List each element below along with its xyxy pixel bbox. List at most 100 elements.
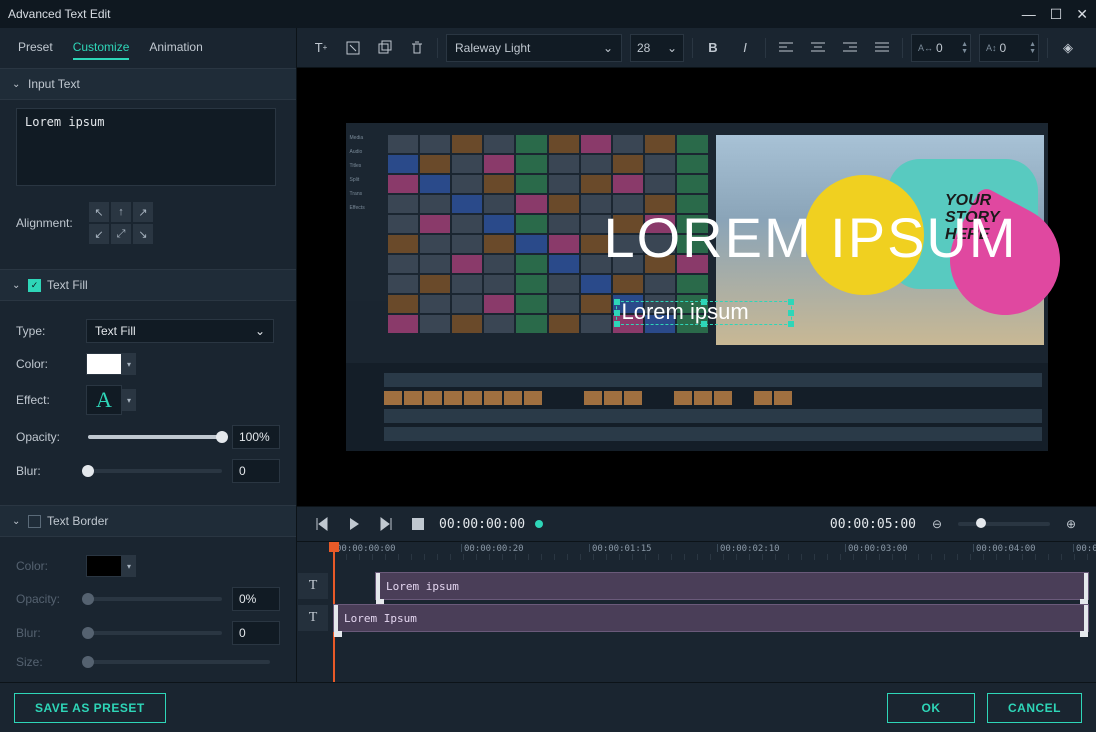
bold-icon[interactable]: B	[701, 36, 725, 60]
minimize-icon[interactable]: —	[1022, 6, 1036, 23]
zoom-out-icon[interactable]: ⊖	[926, 513, 948, 535]
effect-swatch[interactable]: A	[86, 385, 122, 415]
align-center-icon[interactable]	[806, 36, 830, 60]
leading-value: 0	[1000, 41, 1007, 55]
border-color-swatch[interactable]	[86, 555, 122, 577]
chevron-down-icon: ⌄	[12, 280, 22, 291]
step-back-icon[interactable]	[311, 513, 333, 535]
chevron-down-icon: ⌄	[603, 41, 613, 55]
tab-customize[interactable]: Customize	[73, 40, 130, 60]
ruler-tick: 00:00:04:00	[973, 544, 1036, 552]
section-text-border-header[interactable]: ⌄ Text Border	[0, 505, 296, 537]
alignment-label: Alignment:	[16, 216, 86, 230]
play-icon[interactable]	[343, 513, 365, 535]
font-select[interactable]: Raleway Light ⌄	[446, 34, 622, 62]
opacity-value[interactable]: 100%	[232, 425, 280, 449]
clip-handle-right[interactable]	[1084, 573, 1088, 599]
section-text-fill-header[interactable]: ⌄ ✓ Text Fill	[0, 269, 296, 301]
italic-icon[interactable]: I	[733, 36, 757, 60]
cancel-button[interactable]: CANCEL	[987, 693, 1082, 723]
chevron-down-icon: ⌄	[12, 79, 22, 90]
effect-dropdown[interactable]: ▾	[122, 389, 136, 411]
fill-color-dropdown[interactable]: ▾	[122, 353, 136, 375]
tracking-input[interactable]: A↔ 0 ▲▼	[911, 34, 971, 62]
step-forward-icon[interactable]	[375, 513, 397, 535]
clip-1[interactable]: Lorem ipsum	[375, 572, 1089, 600]
edit-text-icon[interactable]	[341, 36, 365, 60]
save-preset-button[interactable]: SAVE AS PRESET	[14, 693, 166, 723]
preview-canvas[interactable]: MediaAudioTitlesSplitTransEffects	[346, 123, 1048, 451]
clip-handle-right[interactable]	[1084, 605, 1088, 631]
align-top-left[interactable]: ↖	[89, 202, 109, 222]
text-toolbar: T+ Raleway Light ⌄ 28 ⌄ B I A↔	[297, 28, 1096, 68]
tracking-icon: A↔	[918, 43, 933, 53]
opacity-label: Opacity:	[16, 430, 78, 444]
alignment-grid: ↖ ↑ ↗ ↙ ⤢ ↘	[86, 199, 156, 247]
leading-icon: A↕	[986, 43, 997, 53]
align-justify-icon[interactable]	[870, 36, 894, 60]
text-fill-checkbox[interactable]: ✓	[28, 279, 41, 292]
workarea: T+ Raleway Light ⌄ 28 ⌄ B I A↔	[296, 28, 1096, 682]
type-select[interactable]: Text Fill ⌄	[86, 319, 274, 343]
trash-icon[interactable]	[405, 36, 429, 60]
section-input-text-header[interactable]: ⌄ Input Text	[0, 68, 296, 100]
border-opacity-value[interactable]: 0%	[232, 587, 280, 611]
tab-preset[interactable]: Preset	[18, 40, 53, 60]
input-text-field[interactable]	[16, 108, 276, 186]
timeline-ruler[interactable]: 00:00:00:00 00:00:00:20 00:00:01:15 00:0…	[333, 542, 1096, 566]
track-header-1[interactable]: T	[297, 572, 329, 600]
duplicate-icon[interactable]	[373, 36, 397, 60]
footer: SAVE AS PRESET OK CANCEL	[0, 682, 1096, 732]
selection-box[interactable]	[616, 301, 792, 325]
align-center[interactable]: ⤢	[111, 224, 131, 244]
chevron-down-icon: ⌄	[12, 516, 22, 527]
align-left[interactable]: ↙	[89, 224, 109, 244]
border-color-dropdown[interactable]: ▾	[122, 555, 136, 577]
clip-handle-left[interactable]	[376, 573, 380, 599]
align-left-icon[interactable]	[774, 36, 798, 60]
font-size-select[interactable]: 28 ⌄	[630, 34, 684, 62]
font-value: Raleway Light	[455, 41, 530, 55]
fill-color-swatch[interactable]	[86, 353, 122, 375]
align-top-right[interactable]: ↗	[133, 202, 153, 222]
border-opacity-label: Opacity:	[16, 592, 78, 606]
diamond-icon[interactable]: ◈	[1056, 36, 1080, 60]
marker-dot-icon[interactable]	[535, 520, 543, 528]
timeline: 00:00:00:00 00:00:00:20 00:00:01:15 00:0…	[297, 542, 1096, 682]
leading-input[interactable]: A↕ 0 ▲▼	[979, 34, 1039, 62]
align-right[interactable]: ↘	[133, 224, 153, 244]
titlebar: Advanced Text Edit — ☐ ✕	[0, 0, 1096, 28]
type-value: Text Fill	[95, 324, 136, 338]
maximize-icon[interactable]: ☐	[1050, 6, 1063, 23]
current-timecode: 00:00:00:00	[439, 517, 525, 532]
border-color-label: Color:	[16, 559, 86, 573]
clip-handle-left[interactable]	[334, 605, 338, 631]
zoom-in-icon[interactable]: ⊕	[1060, 513, 1082, 535]
text-border-checkbox[interactable]	[28, 515, 41, 528]
border-size-slider[interactable]	[88, 660, 270, 664]
section-text-border-title: Text Border	[47, 514, 108, 528]
add-text-icon[interactable]: T+	[309, 36, 333, 60]
close-icon[interactable]: ✕	[1076, 6, 1088, 23]
clip-2-label: Lorem Ipsum	[344, 612, 417, 625]
blur-value[interactable]: 0	[232, 459, 280, 483]
tab-animation[interactable]: Animation	[149, 40, 202, 60]
border-size-label: Size:	[16, 655, 78, 669]
preview-title-text[interactable]: LOREM IPSUM	[572, 205, 1050, 270]
sidebar-tabs: Preset Customize Animation	[0, 28, 296, 68]
stop-icon[interactable]	[407, 513, 429, 535]
border-blur-value[interactable]: 0	[232, 621, 280, 645]
zoom-slider[interactable]	[958, 522, 1050, 526]
border-opacity-slider[interactable]	[88, 597, 222, 601]
preview-area: MediaAudioTitlesSplitTransEffects	[297, 68, 1096, 506]
border-blur-slider[interactable]	[88, 631, 222, 635]
clip-2[interactable]: Lorem Ipsum	[333, 604, 1089, 632]
blur-slider[interactable]	[88, 469, 222, 473]
align-top[interactable]: ↑	[111, 202, 131, 222]
track-header-2[interactable]: T	[297, 604, 329, 632]
ruler-tick: 00:00:04	[1073, 544, 1096, 552]
font-size-value: 28	[637, 41, 650, 55]
align-right-icon[interactable]	[838, 36, 862, 60]
ok-button[interactable]: OK	[887, 693, 975, 723]
opacity-slider[interactable]	[88, 435, 222, 439]
